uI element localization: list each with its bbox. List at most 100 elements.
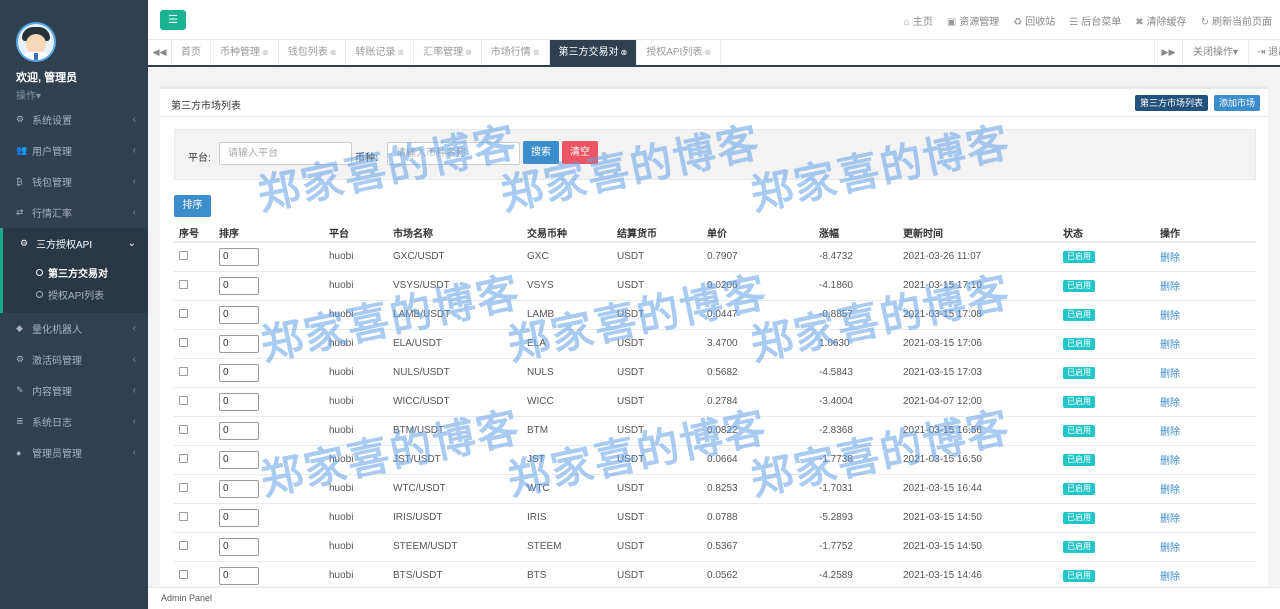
close-icon[interactable]: ⊗ — [330, 48, 337, 57]
row-checkbox[interactable] — [179, 540, 188, 550]
status-badge[interactable]: 已启用 — [1063, 569, 1095, 582]
delete-link[interactable]: 删除 — [1160, 456, 1180, 467]
exit-button[interactable]: ⇥ 退出 — [1248, 40, 1280, 65]
sort-order-input[interactable]: 0 — [219, 305, 259, 324]
menu-toggle-button[interactable]: ☰ — [160, 10, 186, 30]
delete-link[interactable]: 删除 — [1160, 572, 1180, 583]
row-checkbox[interactable] — [179, 424, 188, 434]
market-list-button[interactable]: 第三方市场列表 — [1134, 95, 1208, 111]
tab[interactable]: 市场行情 ⊗ — [482, 40, 550, 65]
sidebar-item[interactable]: ⚙ 激活码管理 ‹ — [0, 344, 148, 375]
sort-order-input[interactable]: 0 — [219, 392, 259, 411]
tab[interactable]: 首页 — [172, 40, 211, 65]
close-icon[interactable]: ⊗ — [533, 48, 540, 57]
cell-coin: BTM — [522, 416, 612, 446]
footer-text: Admin Panel — [161, 593, 213, 603]
tab[interactable]: 第三方交易对 ⊗ — [549, 40, 638, 65]
sort-order-input[interactable]: 0 — [219, 421, 259, 440]
status-badge[interactable]: 已启用 — [1063, 279, 1095, 292]
close-icon[interactable]: ⊗ — [397, 48, 404, 57]
delete-link[interactable]: 删除 — [1160, 398, 1180, 409]
tab[interactable]: 币种管理 ⊗ — [211, 40, 279, 65]
status-badge[interactable]: 已启用 — [1063, 395, 1095, 408]
status-badge[interactable]: 已启用 — [1063, 366, 1095, 379]
search-button[interactable]: 搜索 — [523, 141, 559, 164]
close-icon[interactable]: ⊗ — [704, 48, 711, 57]
row-checkbox[interactable] — [179, 453, 188, 463]
sort-order-input[interactable]: 0 — [219, 334, 259, 353]
delete-link[interactable]: 删除 — [1160, 311, 1180, 322]
sort-order-input[interactable]: 0 — [219, 479, 259, 498]
sidebar-item[interactable]: 👥 用户管理 ‹ — [0, 135, 148, 166]
sidebar-item[interactable]: ⚙ 三方授权API ⌄ — [0, 228, 148, 259]
delete-link[interactable]: 删除 — [1160, 543, 1180, 554]
sort-order-input[interactable]: 0 — [219, 566, 259, 585]
status-badge[interactable]: 已启用 — [1063, 453, 1095, 466]
sidebar-item[interactable]: ⇄ 行情汇率 ‹ — [0, 197, 148, 228]
status-badge[interactable]: 已启用 — [1063, 511, 1095, 524]
avatar[interactable] — [16, 22, 56, 62]
sort-order-input[interactable]: 0 — [219, 450, 259, 469]
sidebar-item[interactable]: ⚙ 系统设置 ‹ — [0, 104, 148, 135]
row-checkbox[interactable] — [179, 250, 188, 260]
sort-order-input[interactable]: 0 — [219, 247, 259, 266]
tab-scroll-right-button[interactable]: ▶▶ — [1153, 40, 1182, 65]
status-badge[interactable]: 已启用 — [1063, 424, 1095, 437]
delete-link[interactable]: 删除 — [1160, 427, 1180, 438]
row-checkbox[interactable] — [179, 482, 188, 492]
status-badge[interactable]: 已启用 — [1063, 482, 1095, 495]
row-checkbox[interactable] — [179, 279, 188, 289]
submenu-item[interactable]: 第三方交易对 — [3, 261, 148, 283]
delete-link[interactable]: 删除 — [1160, 485, 1180, 496]
sort-order-input[interactable]: 0 — [219, 276, 259, 295]
row-checkbox[interactable] — [179, 337, 188, 347]
coin-input[interactable]: 请输入币种名称 — [387, 142, 520, 165]
tab-label: 汇率管理 — [423, 47, 464, 58]
row-checkbox[interactable] — [179, 366, 188, 376]
tab[interactable]: 汇率管理 ⊗ — [414, 40, 482, 65]
platform-input[interactable]: 请输入平台 — [219, 142, 352, 165]
operations-dropdown[interactable]: 操作▾ — [16, 87, 148, 102]
status-badge[interactable]: 已启用 — [1063, 250, 1095, 263]
close-icon[interactable]: ⊗ — [465, 48, 472, 57]
sidebar-item-label: 内容管理 — [32, 387, 72, 398]
tab[interactable]: 钱包列表 ⊗ — [279, 40, 347, 65]
submenu-item[interactable]: 授权API列表 — [3, 283, 148, 305]
row-checkbox[interactable] — [179, 395, 188, 405]
sidebar-item[interactable]: ● 管理员管理 ‹ — [0, 437, 148, 468]
sort-order-input[interactable]: 0 — [219, 508, 259, 527]
tab[interactable]: 转账记录 ⊗ — [346, 40, 415, 65]
status-badge[interactable]: 已启用 — [1063, 540, 1095, 553]
row-checkbox[interactable] — [179, 569, 188, 579]
add-market-button[interactable]: 添加市场 — [1213, 95, 1260, 111]
close-icon[interactable]: ⊗ — [621, 48, 628, 57]
sidebar-item[interactable]: ◆ 量化机器人 ‹ — [0, 313, 148, 344]
delete-link[interactable]: 删除 — [1160, 282, 1180, 293]
status-badge[interactable]: 已启用 — [1063, 337, 1095, 350]
row-checkbox[interactable] — [179, 511, 188, 521]
sidebar-item[interactable]: ≣ 系统日志 ‹ — [0, 406, 148, 437]
sort-button[interactable]: 排序 — [174, 195, 211, 217]
top-action-link[interactable]: ↻ 刷新当前页面 — [1201, 13, 1272, 28]
delete-link[interactable]: 删除 — [1160, 514, 1180, 525]
delete-link[interactable]: 删除 — [1160, 369, 1180, 380]
sidebar-item[interactable]: ✎ 内容管理 ‹ — [0, 375, 148, 406]
row-checkbox[interactable] — [179, 308, 188, 318]
tab[interactable]: 授权API列表 ⊗ — [637, 40, 722, 65]
tab-scroll-left-button[interactable]: ◀◀ — [148, 40, 172, 65]
top-action-link[interactable]: ✖ 清除缓存 — [1135, 13, 1186, 28]
delete-link[interactable]: 删除 — [1160, 253, 1180, 264]
status-badge[interactable]: 已启用 — [1063, 308, 1095, 321]
top-action-link[interactable]: ♻ 回收站 — [1013, 13, 1055, 28]
top-action-link[interactable]: ▣ 资源管理 — [947, 13, 999, 28]
close-operations-dropdown[interactable]: 关闭操作▾ — [1181, 40, 1248, 65]
top-action-link[interactable]: ☰ 后台菜单 — [1069, 13, 1121, 28]
close-icon[interactable]: ⊗ — [262, 48, 269, 57]
column-header: 交易币种 — [522, 224, 612, 243]
sort-order-input[interactable]: 0 — [219, 537, 259, 556]
top-action-link[interactable]: ⌂ 主页 — [904, 13, 933, 28]
delete-link[interactable]: 删除 — [1160, 340, 1180, 351]
sidebar-item[interactable]: ₿ 钱包管理 ‹ — [0, 166, 148, 197]
clear-button[interactable]: 清空 — [562, 141, 598, 164]
sort-order-input[interactable]: 0 — [219, 363, 259, 382]
